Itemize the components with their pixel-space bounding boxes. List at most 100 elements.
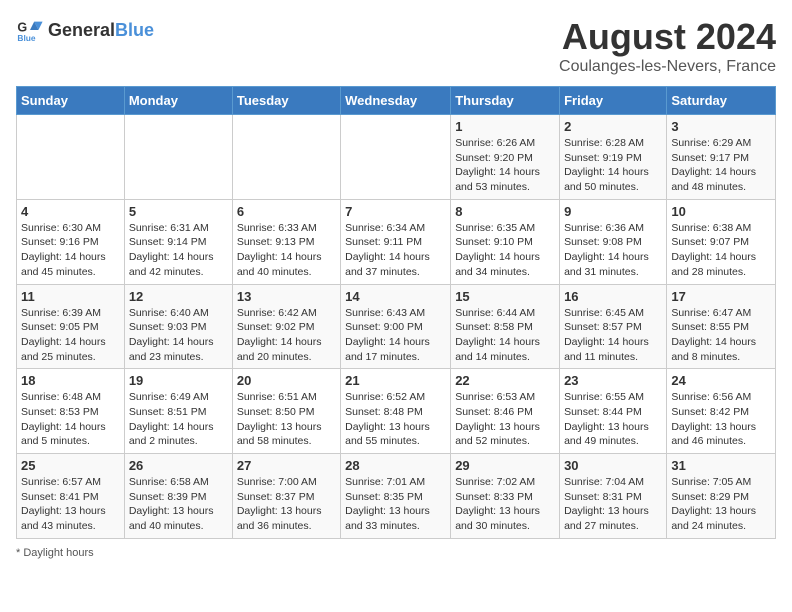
- day-number: 9: [564, 204, 662, 219]
- day-info: Sunrise: 6:45 AM Sunset: 8:57 PM Dayligh…: [564, 306, 662, 365]
- calendar-cell: 20Sunrise: 6:51 AM Sunset: 8:50 PM Dayli…: [232, 369, 340, 454]
- day-info: Sunrise: 6:53 AM Sunset: 8:46 PM Dayligh…: [455, 390, 555, 449]
- main-title: August 2024: [559, 16, 776, 58]
- day-number: 7: [345, 204, 446, 219]
- day-info: Sunrise: 6:55 AM Sunset: 8:44 PM Dayligh…: [564, 390, 662, 449]
- day-info: Sunrise: 6:33 AM Sunset: 9:13 PM Dayligh…: [237, 221, 336, 280]
- calendar-cell: 2 Sunrise: 6:28 AM Sunset: 9:19 PM Daylig…: [560, 115, 667, 200]
- day-number: 30: [564, 458, 662, 473]
- calendar-cell: 22 Sunrise: 6:53 AM Sunset: 8:46 PM Dayli…: [451, 369, 560, 454]
- calendar-cell: 31 Sunrise: 7:05 AM Sunset: 8:29 PM Dayli…: [667, 454, 776, 539]
- header: G Blue General Blue August 2024 Coulange…: [16, 16, 776, 76]
- weekday-header-wednesday: Wednesday: [341, 87, 451, 115]
- day-info: Sunrise: 6:38 AM Sunset: 9:07 PM Dayligh…: [671, 221, 771, 280]
- day-number: 17: [671, 289, 771, 304]
- day-number: 20: [237, 373, 336, 388]
- weekday-header-friday: Friday: [560, 87, 667, 115]
- day-info: Sunrise: 6:30 AM Sunset: 9:16 PM Dayligh…: [21, 221, 120, 280]
- calendar-cell: 13Sunrise: 6:42 AM Sunset: 9:02 PM Dayli…: [232, 284, 340, 369]
- day-number: 16: [564, 289, 662, 304]
- calendar-cell: 27 Sunrise: 7:00 AM Sunset: 8:37 PM Dayli…: [232, 454, 340, 539]
- day-info: Sunrise: 7:00 AM Sunset: 8:37 PM Dayligh…: [237, 475, 336, 534]
- calendar-cell: 9 Sunrise: 6:36 AM Sunset: 9:08 PM Daylig…: [560, 199, 667, 284]
- day-number: 8: [455, 204, 555, 219]
- calendar-cell: 6 Sunrise: 6:33 AM Sunset: 9:13 PM Daylig…: [232, 199, 340, 284]
- day-number: 2: [564, 119, 662, 134]
- day-number: 31: [671, 458, 771, 473]
- weekday-header-tuesday: Tuesday: [232, 87, 340, 115]
- svg-text:Blue: Blue: [17, 33, 35, 43]
- day-info: Sunrise: 6:49 AM Sunset: 8:51 PM Dayligh…: [129, 390, 228, 449]
- day-number: 10: [671, 204, 771, 219]
- calendar-cell: 8Sunrise: 6:35 AM Sunset: 9:10 PM Daylig…: [451, 199, 560, 284]
- calendar-cell: 30 Sunrise: 7:04 AM Sunset: 8:31 PM Dayli…: [560, 454, 667, 539]
- day-number: 22: [455, 373, 555, 388]
- day-info: Sunrise: 6:36 AM Sunset: 9:08 PM Dayligh…: [564, 221, 662, 280]
- calendar-cell: [17, 115, 125, 200]
- calendar-cell: 17 Sunrise: 6:47 AM Sunset: 8:55 PM Dayli…: [667, 284, 776, 369]
- title-area: August 2024 Coulanges-les-Nevers, France: [559, 16, 776, 76]
- day-info: Sunrise: 7:01 AM Sunset: 8:35 PM Dayligh…: [345, 475, 446, 534]
- calendar-cell: 29 Sunrise: 7:02 AM Sunset: 8:33 PM Dayli…: [451, 454, 560, 539]
- day-info: Sunrise: 6:26 AM Sunset: 9:20 PM Dayligh…: [455, 136, 555, 195]
- day-number: 27: [237, 458, 336, 473]
- day-number: 19: [129, 373, 228, 388]
- day-info: Sunrise: 6:44 AM Sunset: 8:58 PM Dayligh…: [455, 306, 555, 365]
- calendar-cell: 1Sunrise: 6:26 AM Sunset: 9:20 PM Daylig…: [451, 115, 560, 200]
- subtitle: Coulanges-les-Nevers, France: [559, 58, 776, 76]
- day-info: Sunrise: 6:31 AM Sunset: 9:14 PM Dayligh…: [129, 221, 228, 280]
- day-number: 24: [671, 373, 771, 388]
- day-number: 14: [345, 289, 446, 304]
- weekday-header-thursday: Thursday: [451, 87, 560, 115]
- calendar-cell: 12 Sunrise: 6:40 AM Sunset: 9:03 PM Dayli…: [124, 284, 232, 369]
- calendar-cell: 21 Sunrise: 6:52 AM Sunset: 8:48 PM Dayli…: [341, 369, 451, 454]
- day-info: Sunrise: 6:39 AM Sunset: 9:05 PM Dayligh…: [21, 306, 120, 365]
- day-info: Sunrise: 7:02 AM Sunset: 8:33 PM Dayligh…: [455, 475, 555, 534]
- daylight-hours-note: Daylight hours: [23, 547, 93, 559]
- logo-icon: G Blue: [16, 16, 44, 44]
- calendar-cell: 26Sunrise: 6:58 AM Sunset: 8:39 PM Dayli…: [124, 454, 232, 539]
- calendar-cell: 3 Sunrise: 6:29 AM Sunset: 9:17 PM Daylig…: [667, 115, 776, 200]
- calendar-cell: 25 Sunrise: 6:57 AM Sunset: 8:41 PM Dayli…: [17, 454, 125, 539]
- logo-general-text: General: [48, 20, 115, 41]
- calendar-cell: [232, 115, 340, 200]
- calendar-cell: 16 Sunrise: 6:45 AM Sunset: 8:57 PM Dayli…: [560, 284, 667, 369]
- day-info: Sunrise: 6:42 AM Sunset: 9:02 PM Dayligh…: [237, 306, 336, 365]
- calendar-cell: 5 Sunrise: 6:31 AM Sunset: 9:14 PM Daylig…: [124, 199, 232, 284]
- day-info: Sunrise: 6:29 AM Sunset: 9:17 PM Dayligh…: [671, 136, 771, 195]
- day-info: Sunrise: 6:57 AM Sunset: 8:41 PM Dayligh…: [21, 475, 120, 534]
- calendar-cell: [341, 115, 451, 200]
- day-number: 6: [237, 204, 336, 219]
- day-info: Sunrise: 6:47 AM Sunset: 8:55 PM Dayligh…: [671, 306, 771, 365]
- day-number: 15: [455, 289, 555, 304]
- logo-blue-text: Blue: [115, 20, 154, 41]
- day-info: Sunrise: 6:43 AM Sunset: 9:00 PM Dayligh…: [345, 306, 446, 365]
- day-info: Sunrise: 6:52 AM Sunset: 8:48 PM Dayligh…: [345, 390, 446, 449]
- calendar-cell: 7Sunrise: 6:34 AM Sunset: 9:11 PM Daylig…: [341, 199, 451, 284]
- day-number: 4: [21, 204, 120, 219]
- day-number: 29: [455, 458, 555, 473]
- day-info: Sunrise: 6:28 AM Sunset: 9:19 PM Dayligh…: [564, 136, 662, 195]
- calendar-table: SundayMondayTuesdayWednesdayThursdayFrid…: [16, 86, 776, 539]
- day-number: 5: [129, 204, 228, 219]
- day-number: 23: [564, 373, 662, 388]
- day-number: 11: [21, 289, 120, 304]
- calendar-cell: 14 Sunrise: 6:43 AM Sunset: 9:00 PM Dayli…: [341, 284, 451, 369]
- day-number: 25: [21, 458, 120, 473]
- day-info: Sunrise: 7:05 AM Sunset: 8:29 PM Dayligh…: [671, 475, 771, 534]
- calendar-cell: 24 Sunrise: 6:56 AM Sunset: 8:42 PM Dayli…: [667, 369, 776, 454]
- day-info: Sunrise: 6:40 AM Sunset: 9:03 PM Dayligh…: [129, 306, 228, 365]
- day-number: 26: [129, 458, 228, 473]
- day-number: 28: [345, 458, 446, 473]
- weekday-header-monday: Monday: [124, 87, 232, 115]
- weekday-header-saturday: Saturday: [667, 87, 776, 115]
- day-info: Sunrise: 6:56 AM Sunset: 8:42 PM Dayligh…: [671, 390, 771, 449]
- weekday-header-sunday: Sunday: [17, 87, 125, 115]
- day-number: 12: [129, 289, 228, 304]
- calendar-cell: 23 Sunrise: 6:55 AM Sunset: 8:44 PM Dayli…: [560, 369, 667, 454]
- day-info: Sunrise: 7:04 AM Sunset: 8:31 PM Dayligh…: [564, 475, 662, 534]
- day-number: 3: [671, 119, 771, 134]
- day-number: 21: [345, 373, 446, 388]
- calendar-cell: 19 Sunrise: 6:49 AM Sunset: 8:51 PM Dayli…: [124, 369, 232, 454]
- calendar-cell: 10 Sunrise: 6:38 AM Sunset: 9:07 PM Dayli…: [667, 199, 776, 284]
